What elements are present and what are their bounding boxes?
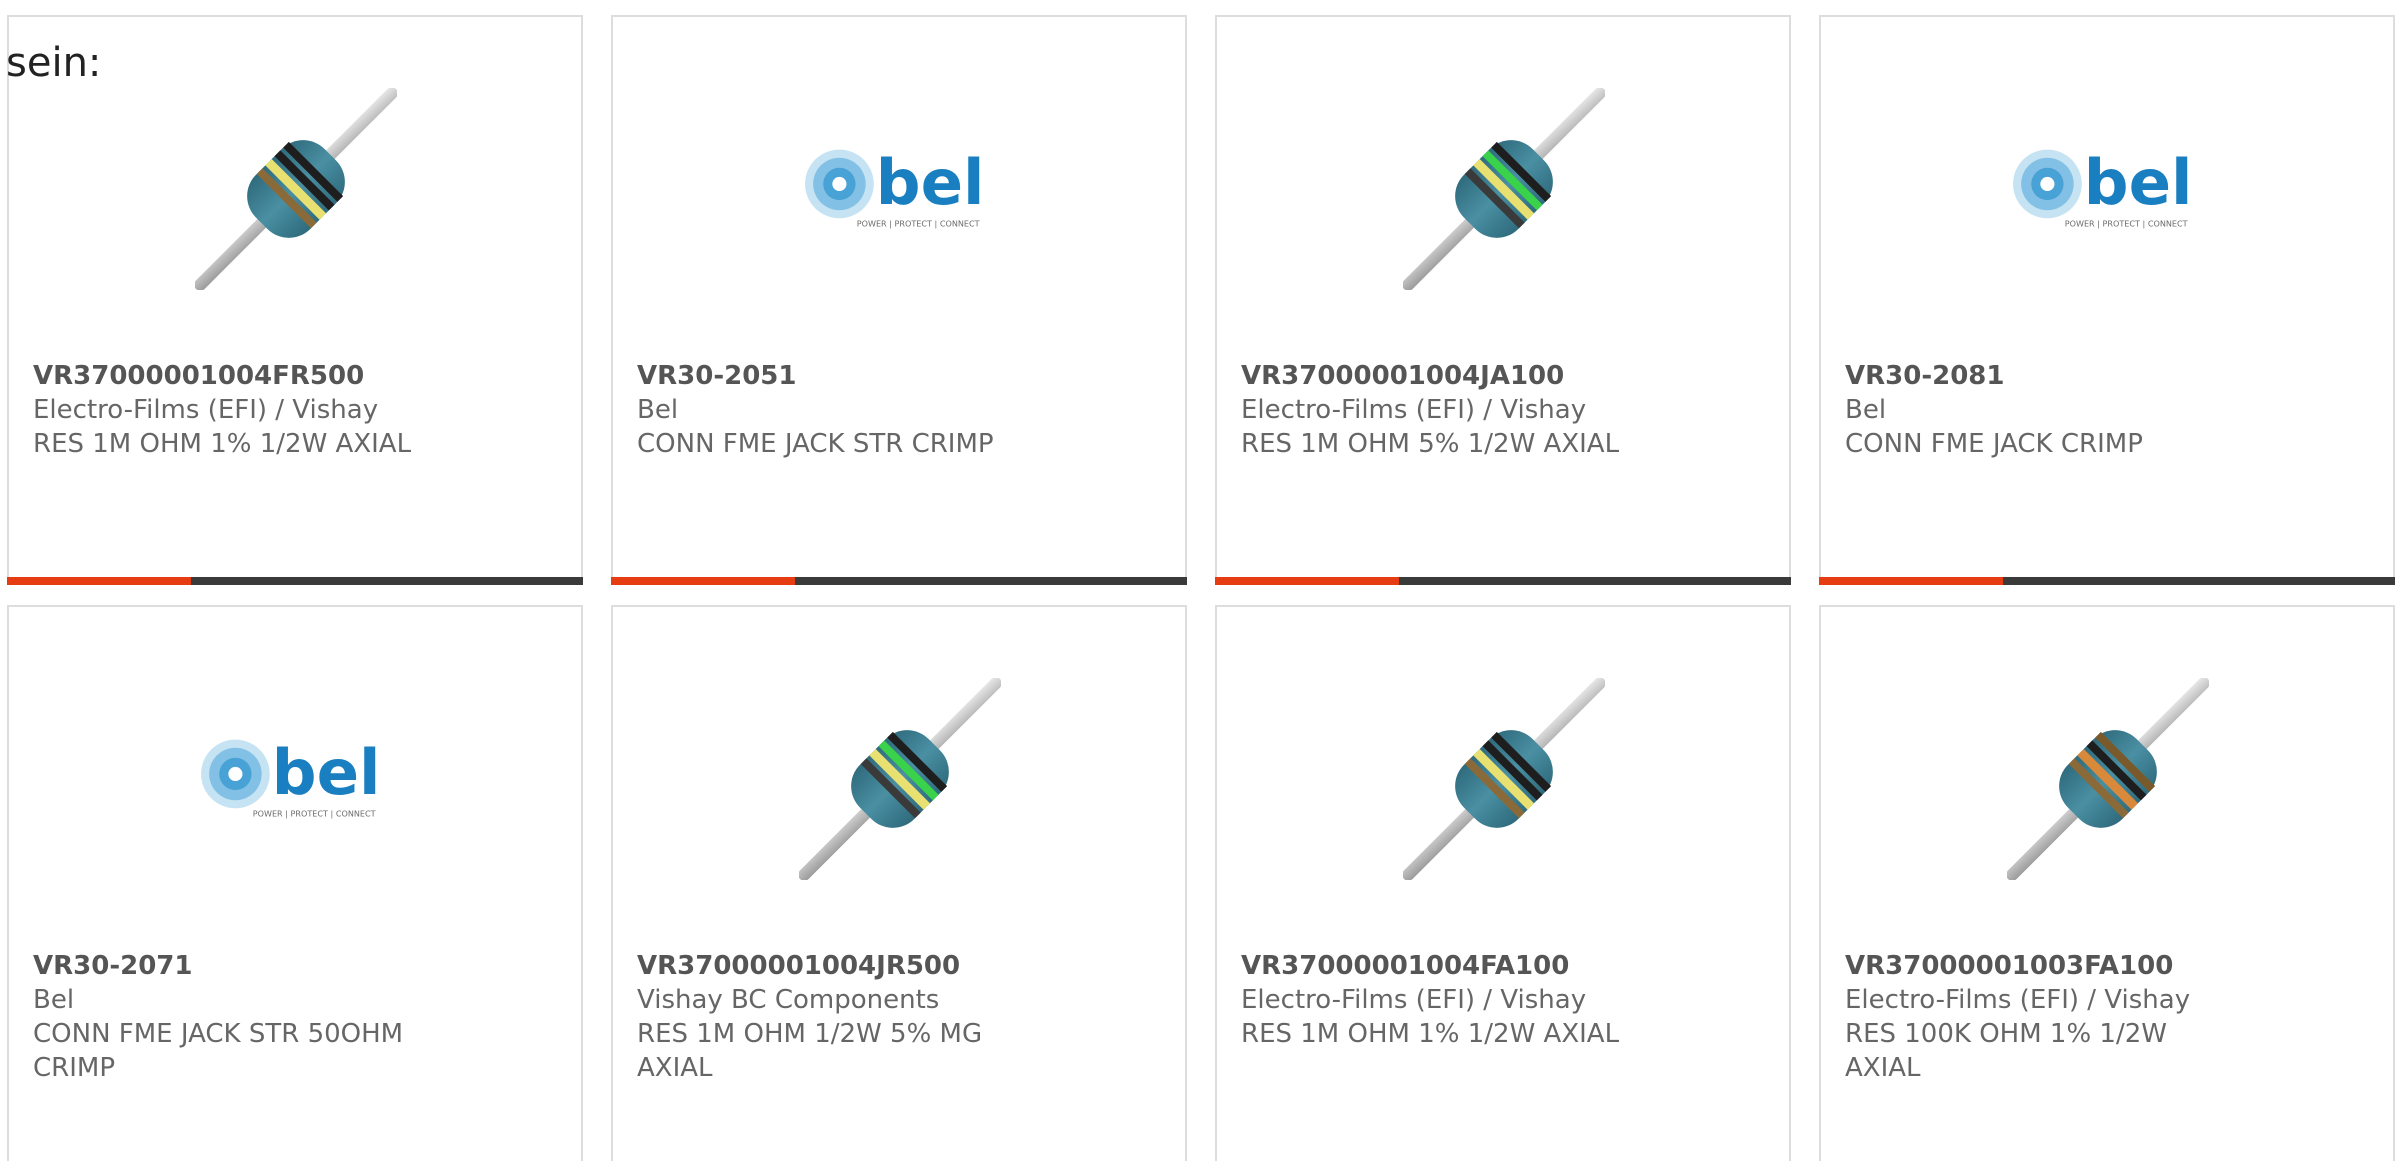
part-number[interactable]: VR37000001003FA100 — [1845, 949, 2325, 983]
bel-burst-icon — [805, 149, 874, 219]
product-card[interactable]: bel POWER | PROTECT | CONNECT VR30-2081 … — [1819, 15, 2395, 585]
manufacturer: Electro-Films (EFI) / Vishay — [1241, 985, 1587, 1015]
resistor-image — [2007, 678, 2209, 880]
bel-burst-icon — [201, 739, 270, 809]
card-accent-bar — [7, 577, 583, 585]
product-card[interactable]: VR37000001004FA100 Electro-Films (EFI) /… — [1215, 605, 1791, 1161]
product-info: VR37000001004JA100 Electro-Films (EFI) /… — [1241, 359, 1721, 461]
product-info: VR37000001004JR500 Vishay BC Components … — [637, 949, 1117, 1085]
product-info: VR30-2081 Bel CONN FME JACK CRIMP — [1845, 359, 2325, 461]
product-info: VR30-2051 Bel CONN FME JACK STR CRIMP — [637, 359, 1117, 461]
description: RES 1M OHM 1% 1/2W AXIAL — [1241, 1019, 1620, 1049]
part-number[interactable]: VR37000001004JA100 — [1241, 359, 1721, 393]
product-card[interactable]: VR37000001004FR500 Electro-Films (EFI) /… — [7, 15, 583, 585]
product-card[interactable]: bel POWER | PROTECT | CONNECT VR30-2071 … — [7, 605, 583, 1161]
card-accent-fill — [611, 577, 795, 585]
card-accent-fill — [1215, 577, 1399, 585]
manufacturer: Bel — [1845, 395, 1887, 425]
bel-tagline: POWER | PROTECT | CONNECT — [253, 808, 376, 818]
part-number[interactable]: VR30-2081 — [1845, 359, 2325, 393]
product-grid: VR37000001004FR500 Electro-Films (EFI) /… — [0, 0, 2400, 1161]
product-card[interactable]: VR37000001004JR500 Vishay BC Components … — [611, 605, 1187, 1161]
description: RES 1M OHM 1/2W 5% MG AXIAL — [637, 1019, 983, 1083]
product-card[interactable]: VR37000001004JA100 Electro-Films (EFI) /… — [1215, 15, 1791, 585]
bel-logo-image: bel POWER | PROTECT | CONNECT — [201, 736, 381, 818]
manufacturer: Electro-Films (EFI) / Vishay — [1845, 985, 2191, 1015]
card-accent-bar — [611, 577, 1187, 585]
card-accent-bar — [1819, 577, 2395, 585]
bel-tagline: POWER | PROTECT | CONNECT — [857, 218, 980, 228]
bel-logo-image: bel POWER | PROTECT | CONNECT — [805, 146, 985, 228]
bel-wordmark: bel — [876, 146, 985, 219]
product-info: VR37000001003FA100 Electro-Films (EFI) /… — [1845, 949, 2325, 1085]
card-accent-bar — [1215, 577, 1791, 585]
part-number[interactable]: VR37000001004FA100 — [1241, 949, 1721, 983]
product-card[interactable]: bel POWER | PROTECT | CONNECT VR30-2051 … — [611, 15, 1187, 585]
description: RES 100K OHM 1% 1/2W AXIAL — [1845, 1019, 2167, 1083]
card-accent-fill — [1819, 577, 2003, 585]
description: RES 1M OHM 5% 1/2W AXIAL — [1241, 429, 1620, 459]
resistor-image — [799, 678, 1001, 880]
description: RES 1M OHM 1% 1/2W AXIAL — [33, 429, 412, 459]
bel-burst-icon — [2013, 149, 2082, 219]
part-number[interactable]: VR37000001004FR500 — [33, 359, 513, 393]
description: CONN FME JACK STR 50OHM CRIMP — [33, 1019, 404, 1083]
product-info: VR37000001004FR500 Electro-Films (EFI) /… — [33, 359, 513, 461]
manufacturer: Bel — [637, 395, 679, 425]
bel-wordmark: bel — [272, 736, 381, 809]
intro-text: sein: — [6, 40, 102, 86]
product-info: VR37000001004FA100 Electro-Films (EFI) /… — [1241, 949, 1721, 1051]
product-info: VR30-2071 Bel CONN FME JACK STR 50OHM CR… — [33, 949, 513, 1085]
part-number[interactable]: VR37000001004JR500 — [637, 949, 1117, 983]
part-number[interactable]: VR30-2071 — [33, 949, 513, 983]
resistor-image — [1403, 678, 1605, 880]
resistor-image — [195, 88, 397, 290]
bel-wordmark: bel — [2084, 146, 2193, 219]
description: CONN FME JACK STR CRIMP — [637, 429, 994, 459]
manufacturer: Electro-Films (EFI) / Vishay — [1241, 395, 1587, 425]
bel-tagline: POWER | PROTECT | CONNECT — [2065, 218, 2188, 228]
product-card[interactable]: VR37000001003FA100 Electro-Films (EFI) /… — [1819, 605, 2395, 1161]
bel-logo-image: bel POWER | PROTECT | CONNECT — [2013, 146, 2193, 228]
part-number[interactable]: VR30-2051 — [637, 359, 1117, 393]
manufacturer: Bel — [33, 985, 75, 1015]
resistor-image — [1403, 88, 1605, 290]
page: sein: VR37000001004FR500 Electro-Films (… — [0, 0, 2400, 1161]
manufacturer: Vishay BC Components — [637, 985, 940, 1015]
manufacturer: Electro-Films (EFI) / Vishay — [33, 395, 379, 425]
card-accent-fill — [7, 577, 191, 585]
description: CONN FME JACK CRIMP — [1845, 429, 2143, 459]
